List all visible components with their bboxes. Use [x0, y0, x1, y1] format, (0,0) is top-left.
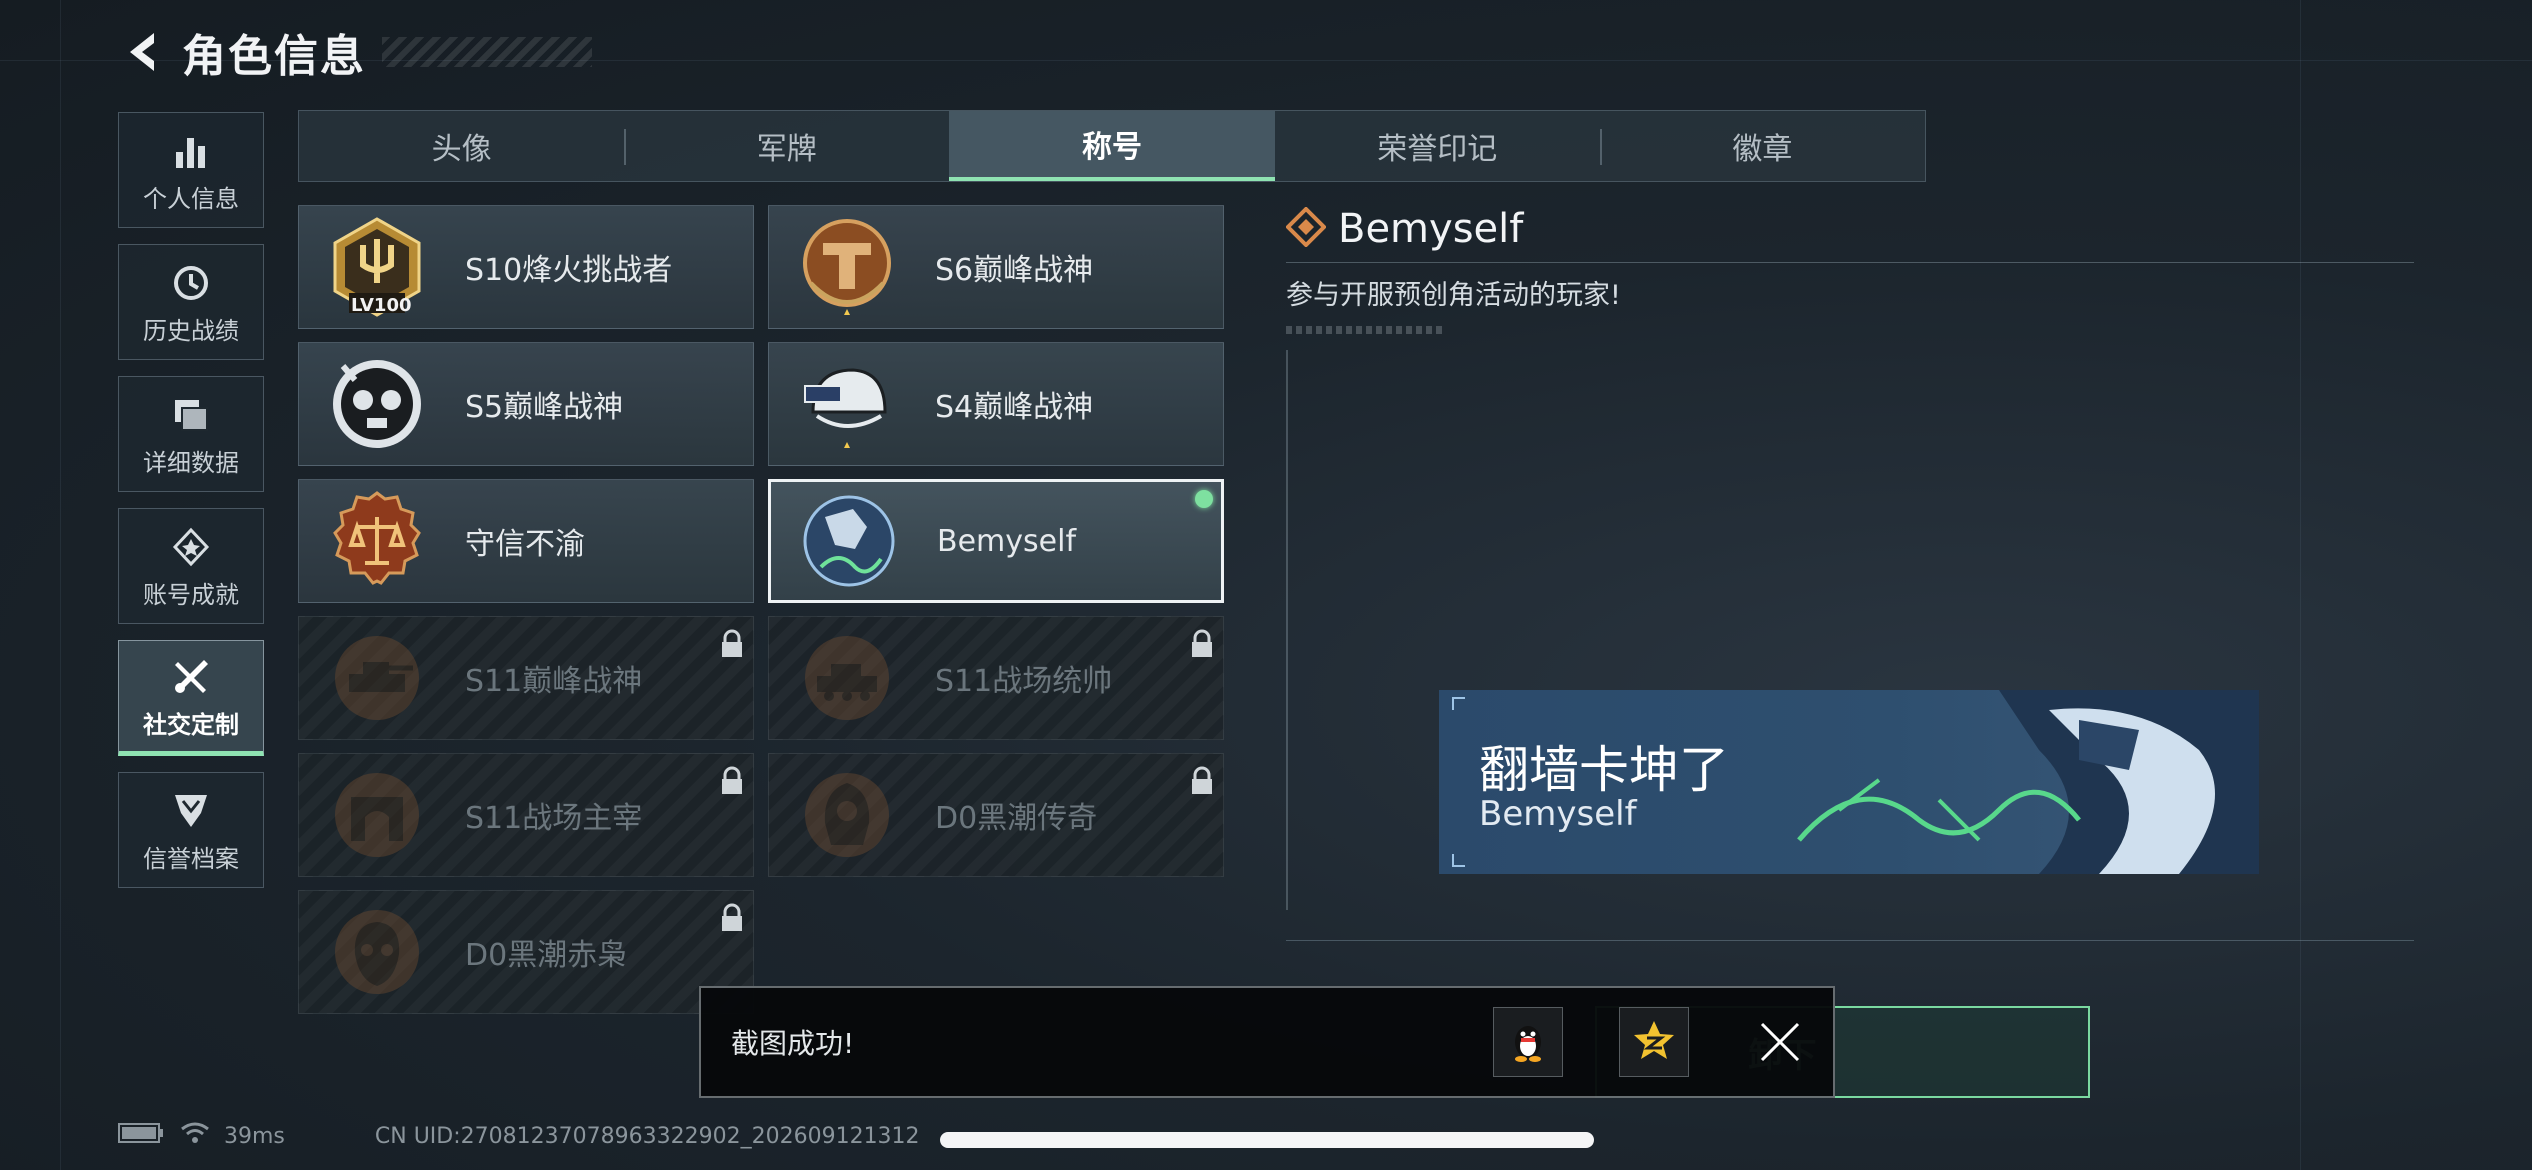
title-card-d0-owl[interactable]: D0黑潮赤枭 — [298, 890, 754, 1014]
side-navigation: 个人信息 历史战绩 详细数据 账号成就 社交定制 信誉档案 — [118, 112, 266, 904]
close-icon[interactable] — [1745, 1007, 1815, 1077]
level-badge: LV100 — [351, 295, 412, 316]
lock-icon — [719, 629, 745, 663]
nav-item-label: 账号成就 — [143, 580, 239, 609]
title-name: S4巅峰战神 — [935, 390, 1094, 425]
nav-item-achievements[interactable]: 账号成就 — [118, 508, 264, 624]
title-card-s5[interactable]: S5巅峰战神 — [298, 342, 754, 466]
status-bar: 39ms CN UID:27081237078963322902_2026091… — [118, 1118, 920, 1154]
nav-item-detailed-data[interactable]: 详细数据 — [118, 376, 264, 492]
tab-badge[interactable]: 徽章 — [1599, 111, 1925, 181]
documents-icon — [171, 391, 211, 439]
nav-item-match-history[interactable]: 历史战绩 — [118, 244, 264, 360]
title-card-s4[interactable]: S4巅峰战神 — [768, 342, 1224, 466]
mask-emblem-icon — [321, 896, 433, 1008]
nav-item-label: 历史战绩 — [143, 316, 239, 345]
nav-item-label: 详细数据 — [143, 448, 239, 477]
detail-description: 参与开服预创角活动的玩家! — [1286, 280, 1621, 311]
share-qq-button[interactable] — [1493, 1007, 1563, 1077]
clock-icon — [171, 259, 211, 307]
title-name: D0黑潮传奇 — [935, 801, 1098, 836]
nav-item-label: 个人信息 — [143, 184, 239, 213]
title-card-s10[interactable]: LV100 S10烽火挑战者 — [298, 205, 754, 329]
title-card-s11-dominator[interactable]: S11战场主宰 — [298, 753, 754, 877]
medal-icon — [171, 523, 211, 571]
home-indicator[interactable] — [940, 1132, 1594, 1148]
lock-icon — [719, 766, 745, 800]
tab-dog-tag[interactable]: 军牌 — [624, 111, 949, 181]
title-name: S10烽火挑战者 — [465, 253, 673, 288]
title-card-bemyself[interactable]: Bemyself — [768, 479, 1224, 603]
category-tabs: 头像 军牌 称号 荣誉印记 徽章 — [298, 110, 1926, 182]
back-arrow-icon[interactable] — [118, 26, 162, 78]
title-name: Bemyself — [937, 523, 1076, 559]
scales-emblem-icon — [321, 485, 433, 597]
nav-item-label: 信誉档案 — [143, 844, 239, 873]
detail-header: Bemyself — [1285, 200, 2414, 258]
tab-title[interactable]: 称号 — [949, 111, 1275, 181]
soldier-signature-emblem-icon — [793, 485, 905, 597]
share-qzone-button[interactable] — [1619, 1007, 1689, 1077]
helmet-nvg-emblem-icon — [791, 348, 903, 460]
diamond-icon — [1285, 206, 1327, 251]
bronze-t-emblem-icon — [791, 211, 903, 323]
detail-title: Bemyself — [1338, 206, 1524, 252]
user-id: CN UID:27081237078963322902_202609121312 — [374, 1123, 920, 1149]
page-title: 角色信息 — [182, 31, 366, 82]
screenshot-toast: 截图成功! — [699, 986, 1835, 1098]
title-name: D0黑潮赤枭 — [465, 938, 628, 973]
title-decoration — [382, 37, 592, 67]
title-card-shouxin[interactable]: 守信不渝 — [298, 479, 754, 603]
lock-icon — [719, 903, 745, 937]
gold-trident-emblem-icon: LV100 — [321, 211, 433, 323]
frame-edge — [1286, 350, 1288, 910]
equipped-indicator — [1195, 490, 1213, 508]
title-card-s6[interactable]: S6巅峰战神 — [768, 205, 1224, 329]
tab-honor-mark[interactable]: 荣誉印记 — [1275, 111, 1600, 181]
decorative-dashes — [1286, 326, 1446, 334]
title-card-d0-legend[interactable]: D0黑潮传奇 — [768, 753, 1224, 877]
title-name: S11战场主宰 — [465, 801, 643, 836]
title-name: S5巅峰战神 — [465, 390, 624, 425]
hooded-figure-emblem-icon — [791, 759, 903, 871]
title-card-s11-peak[interactable]: S11巅峰战神 — [298, 616, 754, 740]
battery-icon — [118, 1122, 164, 1150]
divider — [1286, 262, 2414, 263]
star-icon — [1632, 1018, 1676, 1066]
tab-avatar[interactable]: 头像 — [299, 111, 624, 181]
title-preview-frame: 翻墙卡坤了 Bemyself — [1286, 350, 2414, 940]
wifi-icon — [180, 1121, 210, 1151]
title-name: S11战场统帅 — [935, 664, 1113, 699]
nav-item-social-customization[interactable]: 社交定制 — [118, 640, 264, 756]
lock-icon — [1189, 629, 1215, 663]
title-name: 守信不渝 — [465, 527, 585, 562]
title-detail-panel: Bemyself 参与开服预创角活动的玩家! 翻墙卡坤了 Bemyself — [1285, 200, 2414, 910]
nav-item-label: 社交定制 — [143, 710, 239, 739]
tools-icon — [170, 653, 212, 701]
armored-vehicle-emblem-icon — [791, 622, 903, 734]
shield-chevron-icon — [171, 787, 211, 835]
nav-item-reputation[interactable]: 信誉档案 — [118, 772, 264, 888]
title-card-s11-commander[interactable]: S11战场统帅 — [768, 616, 1224, 740]
penguin-icon — [1508, 1018, 1548, 1066]
nav-item-personal-info[interactable]: 个人信息 — [118, 112, 264, 228]
ping-value: 39ms — [224, 1123, 285, 1149]
page-header: 角色信息 — [118, 22, 592, 82]
diver-skull-emblem-icon — [321, 348, 433, 460]
toast-message: 截图成功! — [731, 1027, 855, 1060]
title-name: S11巅峰战神 — [465, 664, 643, 699]
arch-emblem-icon — [321, 759, 433, 871]
bar-chart-icon — [172, 127, 210, 175]
banner-title-text: Bemyself — [1479, 794, 1637, 834]
tank-emblem-icon — [321, 622, 433, 734]
banner-player-name: 翻墙卡坤了 — [1479, 741, 1729, 799]
lock-icon — [1189, 766, 1215, 800]
title-name: S6巅峰战神 — [935, 253, 1094, 288]
title-banner-preview: 翻墙卡坤了 Bemyself — [1439, 690, 2259, 874]
